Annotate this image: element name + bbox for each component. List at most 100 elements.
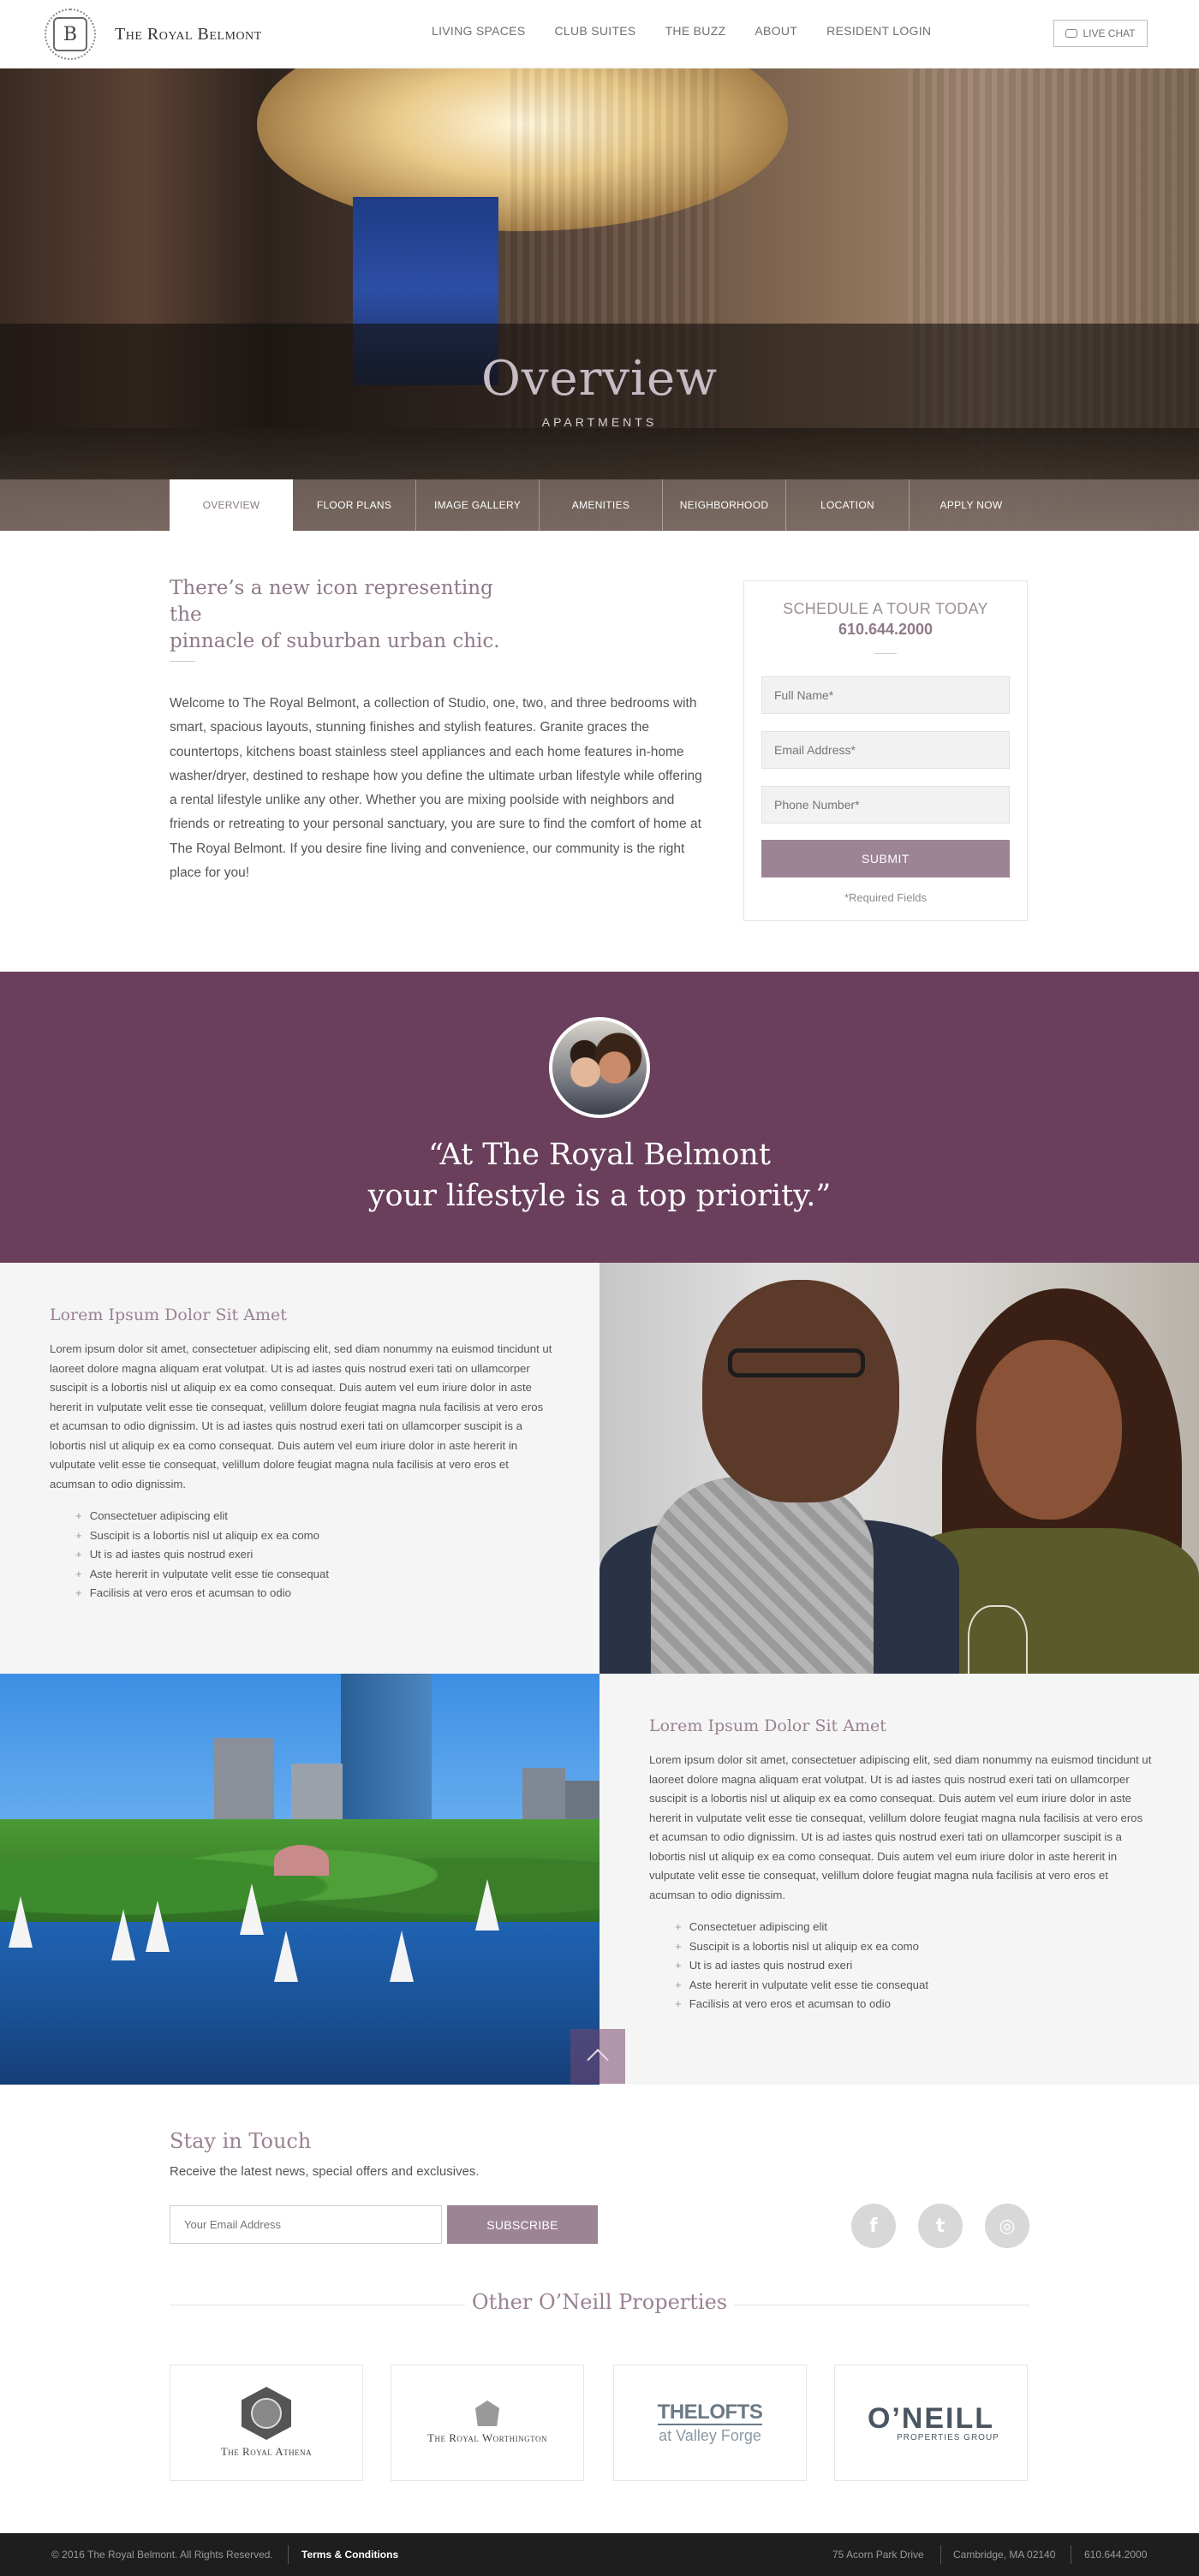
- nav-about[interactable]: ABOUT: [755, 24, 797, 38]
- property-card-athena[interactable]: The Royal Athena: [170, 2365, 363, 2481]
- submit-button[interactable]: SUBMIT: [761, 840, 1010, 878]
- photo-shape: [976, 1340, 1122, 1520]
- logo-text: The Royal Belmont: [115, 24, 262, 44]
- newsletter-title: Stay in Touch: [170, 2129, 312, 2153]
- property-card-lofts[interactable]: THELOFTS at Valley Forge: [613, 2365, 807, 2481]
- subscribe-button[interactable]: SUBSCRIBE: [447, 2205, 598, 2244]
- quote-line: “At The Royal Belmont: [428, 1138, 771, 1172]
- divider: [170, 661, 195, 662]
- sailboat: [146, 1901, 170, 1952]
- sailboat: [9, 1896, 33, 1948]
- footer-phone[interactable]: 610.644.2000: [1084, 2549, 1147, 2561]
- terms-link[interactable]: Terms & Conditions: [301, 2549, 398, 2561]
- copyright: © 2016 The Royal Belmont. All Rights Res…: [51, 2549, 273, 2561]
- intro-heading: There’s a new icon representing the pinn…: [170, 575, 529, 655]
- tab-floor-plans[interactable]: FLOOR PLANS: [293, 479, 416, 531]
- logo-emblem: B: [45, 9, 96, 60]
- newsletter-subtitle: Receive the latest news, special offers …: [170, 2164, 480, 2179]
- hero-banner: Overview APARTMENTS OVERVIEW FLOOR PLANS…: [0, 68, 1199, 531]
- feature-text-block: Lorem Ipsum Dolor Sit Amet Lorem ipsum d…: [0, 1263, 600, 1674]
- list-item: Aste hererit in vulputate velit esse tie…: [675, 1976, 928, 1996]
- list-item: Consectetuer adipiscing elit: [75, 1507, 329, 1526]
- feature-list: Consectetuer adipiscing elit Suscipit is…: [675, 1918, 928, 2014]
- feature-text-block: Lorem Ipsum Dolor Sit Amet Lorem ipsum d…: [600, 1674, 1199, 2085]
- section-tabs: OVERVIEW FLOOR PLANS IMAGE GALLERY AMENI…: [0, 479, 1199, 531]
- tour-phone[interactable]: 610.644.2000: [744, 621, 1027, 639]
- live-chat-button[interactable]: LIVE CHAT: [1053, 20, 1148, 47]
- wine-glass: [968, 1605, 1028, 1674]
- required-note: *Required Fields: [844, 891, 928, 904]
- sailboat: [111, 1909, 135, 1960]
- athena-logo-icon: [242, 2387, 291, 2440]
- property-name: O’NEILL: [867, 2401, 995, 2435]
- list-item: Suscipit is a lobortis nisl ut aliquip e…: [675, 1937, 928, 1957]
- scroll-to-top-button[interactable]: [570, 2029, 625, 2084]
- properties-title: Other O’Neill Properties: [471, 2290, 728, 2314]
- tab-image-gallery[interactable]: IMAGE GALLERY: [416, 479, 540, 531]
- couple-avatar: [549, 1017, 650, 1118]
- quote-text: “At The Royal Belmont your lifestyle is …: [0, 1134, 1199, 1217]
- nav-resident-login[interactable]: RESIDENT LOGIN: [826, 24, 931, 38]
- list-item: Suscipit is a lobortis nisl ut aliquip e…: [75, 1526, 329, 1546]
- full-name-input[interactable]: [761, 676, 1010, 714]
- property-subname: at Valley Forge: [659, 2426, 761, 2444]
- sailboat: [390, 1931, 414, 1982]
- list-item: Consectetuer adipiscing elit: [675, 1918, 928, 1937]
- site-header: B The Royal Belmont LIVING SPACES CLUB S…: [0, 0, 1199, 68]
- phone-input[interactable]: [761, 786, 1010, 824]
- intro-heading-line: There’s a new icon representing the: [170, 577, 493, 626]
- page-subtitle: APARTMENTS: [541, 415, 658, 429]
- worthington-crest-icon: [475, 2400, 499, 2426]
- feature-title: Lorem Ipsum Dolor Sit Amet: [50, 1306, 287, 1324]
- photo-shape: [274, 1845, 329, 1876]
- tab-location[interactable]: LOCATION: [786, 479, 910, 531]
- newsletter-email-input[interactable]: [170, 2205, 442, 2244]
- tab-amenities[interactable]: AMENITIES: [540, 479, 663, 531]
- photo-shape: [651, 1477, 874, 1674]
- photo-water: [0, 1922, 600, 2085]
- main-nav: LIVING SPACES CLUB SUITES THE BUZZ ABOUT…: [432, 24, 931, 38]
- email-input[interactable]: [761, 731, 1010, 769]
- site-footer: © 2016 The Royal Belmont. All Rights Res…: [0, 2533, 1199, 2576]
- schedule-tour-form: SCHEDULE A TOUR TODAY 610.644.2000 SUBMI…: [743, 580, 1028, 921]
- list-item: Facilisis at vero eros et acumsan to odi…: [675, 1995, 928, 2014]
- instagram-icon[interactable]: ◎: [985, 2204, 1029, 2248]
- logo-letter: B: [53, 17, 87, 51]
- feature-body: Lorem ipsum dolor sit amet, consectetuer…: [649, 1753, 1152, 1901]
- feature-body: Lorem ipsum dolor sit amet, consectetuer…: [50, 1342, 552, 1490]
- property-name: THELOFTS: [657, 2400, 763, 2425]
- sailboat: [475, 1879, 499, 1931]
- list-item: Aste hererit in vulputate velit esse tie…: [75, 1565, 329, 1585]
- property-subname: PROPERTIES GROUP: [897, 2432, 999, 2442]
- site-logo[interactable]: B The Royal Belmont: [45, 9, 262, 60]
- tab-apply-now[interactable]: APPLY NOW: [910, 479, 1033, 531]
- divider: [288, 2545, 289, 2564]
- quote-line: your lifestyle is a top priority.”: [367, 1179, 832, 1213]
- couple-photo: [600, 1263, 1199, 1674]
- divider: [874, 653, 897, 654]
- nav-the-buzz[interactable]: THE BUZZ: [665, 24, 726, 38]
- sailboat: [274, 1931, 298, 1982]
- facebook-icon[interactable]: f: [851, 2204, 896, 2248]
- footer-address: 75 Acorn Park Drive: [832, 2549, 924, 2561]
- tab-neighborhood[interactable]: NEIGHBORHOOD: [663, 479, 786, 531]
- list-item: Ut is ad iastes quis nostrud exeri: [675, 1956, 928, 1976]
- property-name: The Royal Worthington: [427, 2431, 547, 2444]
- intro-body: Welcome to The Royal Belmont, a collecti…: [170, 696, 702, 881]
- page-title: Overview: [480, 351, 719, 407]
- twitter-icon[interactable]: t: [918, 2204, 963, 2248]
- feature-title: Lorem Ipsum Dolor Sit Amet: [649, 1716, 886, 1735]
- property-card-oneill[interactable]: O’NEILL PROPERTIES GROUP: [834, 2365, 1028, 2481]
- footer-city: Cambridge, MA 02140: [953, 2549, 1056, 2561]
- live-chat-label: LIVE CHAT: [1083, 27, 1136, 39]
- nav-club-suites[interactable]: CLUB SUITES: [554, 24, 635, 38]
- photo-shape: [702, 1280, 899, 1502]
- photo-shape: [341, 1674, 432, 1836]
- property-card-worthington[interactable]: The Royal Worthington: [391, 2365, 584, 2481]
- nav-living-spaces[interactable]: LIVING SPACES: [432, 24, 525, 38]
- city-river-photo: [0, 1674, 600, 2085]
- list-item: Ut is ad iastes quis nostrud exeri: [75, 1545, 329, 1565]
- arrow-up-icon: [587, 2049, 609, 2071]
- chat-icon: [1065, 29, 1078, 38]
- tab-overview[interactable]: OVERVIEW: [170, 479, 293, 531]
